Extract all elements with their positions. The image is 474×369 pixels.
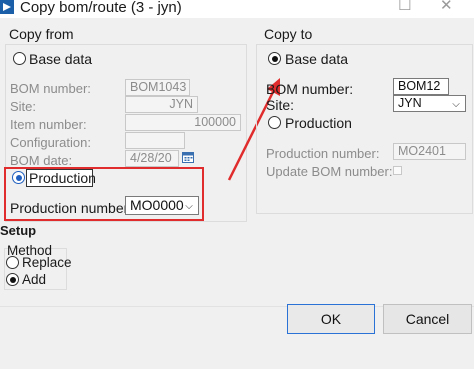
copy-from-bom-date-field[interactable]: 4/28/20 xyxy=(125,150,179,167)
copy-from-bom-number-field[interactable]: BOM1043 xyxy=(125,79,190,96)
replace-radio[interactable] xyxy=(6,256,19,269)
copy-from-site-label: Site: xyxy=(10,99,37,114)
copy-from-bom-number-label: BOM number: xyxy=(10,81,91,96)
copy-to-update-bom-checkbox[interactable] xyxy=(393,166,402,175)
copy-from-base-data-radio[interactable] xyxy=(13,52,26,65)
copy-to-base-data-label: Base data xyxy=(285,51,349,67)
copy-to-update-bom-label: Update BOM number: xyxy=(266,164,393,179)
copy-to-production-label: Production xyxy=(285,115,352,131)
copy-to-bom-number-label: BOM number: xyxy=(266,81,354,97)
title-bar: Copy bom/route (3 - jyn) ☐ ✕ xyxy=(0,0,474,18)
copy-to-site-label: Site: xyxy=(266,97,295,113)
chevron-down-icon[interactable]: ⌵ xyxy=(448,96,464,111)
copy-to-production-number-field[interactable]: MO2401 xyxy=(393,143,466,160)
copy-from-base-data-label: Base data xyxy=(29,51,93,67)
copy-from-item-number-label: Item number: xyxy=(10,117,87,132)
copy-from-configuration-field[interactable] xyxy=(125,132,185,149)
close-button[interactable]: ✕ xyxy=(440,0,453,14)
dynamics-app-icon xyxy=(0,0,14,14)
copy-to-production-number-label: Production number: xyxy=(266,146,380,161)
maximize-button[interactable]: ☐ xyxy=(398,0,411,14)
copy-to-base-data-radio[interactable] xyxy=(268,52,281,65)
calendar-icon[interactable] xyxy=(182,151,194,163)
copy-to-bom-number-field[interactable]: BOM12 xyxy=(393,78,449,95)
replace-label: Replace xyxy=(22,255,72,270)
copy-to-title: Copy to xyxy=(264,26,313,42)
copy-from-site-field[interactable]: JYN xyxy=(125,96,198,113)
window-title: Copy bom/route (3 - jyn) xyxy=(20,0,182,16)
copy-to-site-value: JYN xyxy=(398,96,422,110)
copy-from-bom-date-label: BOM date: xyxy=(10,153,73,168)
copy-to-production-radio[interactable] xyxy=(268,116,281,129)
highlight-box xyxy=(4,167,204,221)
ok-button[interactable]: OK xyxy=(287,304,375,334)
add-label: Add xyxy=(22,272,47,287)
copy-from-configuration-label: Configuration: xyxy=(10,135,91,150)
cancel-button[interactable]: Cancel xyxy=(383,304,472,334)
add-radio[interactable] xyxy=(6,273,19,286)
copy-from-title: Copy from xyxy=(9,26,74,42)
copy-to-site-field[interactable]: JYN ⌵ xyxy=(393,95,466,112)
setup-title: Setup xyxy=(0,223,37,238)
